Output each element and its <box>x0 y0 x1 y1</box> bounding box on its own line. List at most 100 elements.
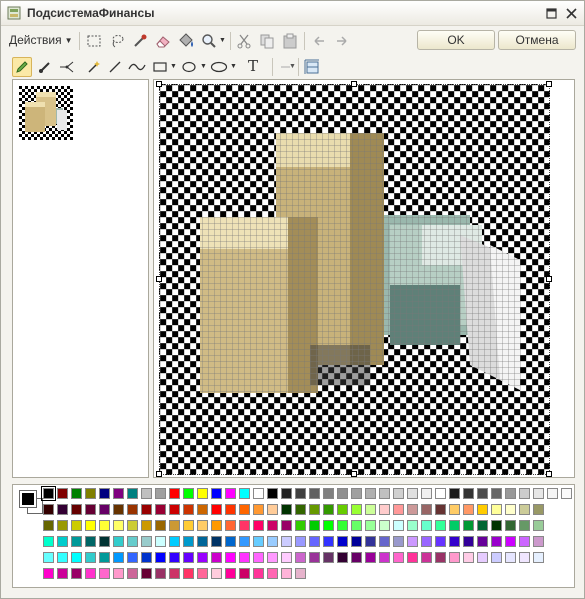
color-swatch[interactable] <box>505 552 516 563</box>
resize-handle-bottom-right[interactable] <box>546 471 552 477</box>
color-swatch[interactable] <box>41 486 56 501</box>
resize-handle-right[interactable] <box>546 276 552 282</box>
color-swatch[interactable] <box>141 520 152 531</box>
ok-button[interactable]: OK <box>417 30 495 50</box>
color-swatch[interactable] <box>393 504 404 515</box>
color-swatch[interactable] <box>211 568 222 579</box>
color-swatch[interactable] <box>57 568 68 579</box>
color-swatch[interactable] <box>449 536 460 547</box>
color-swatch[interactable] <box>113 504 124 515</box>
color-swatch[interactable] <box>127 552 138 563</box>
color-swatch[interactable] <box>491 488 502 499</box>
color-swatch[interactable] <box>183 520 194 531</box>
color-swatch[interactable] <box>533 552 544 563</box>
color-swatch[interactable] <box>463 488 474 499</box>
color-swatch[interactable] <box>309 520 320 531</box>
color-swatch[interactable] <box>547 488 558 499</box>
copy-icon[interactable] <box>257 31 277 51</box>
color-swatch[interactable] <box>365 552 376 563</box>
color-swatch[interactable] <box>519 504 530 515</box>
color-swatch[interactable] <box>351 488 362 499</box>
color-swatch[interactable] <box>295 488 306 499</box>
color-swatch[interactable] <box>239 488 250 499</box>
color-swatch[interactable] <box>197 552 208 563</box>
maximize-icon[interactable] <box>544 6 558 20</box>
rectangle-dropdown-icon[interactable]: ▼ <box>170 63 177 70</box>
color-swatch[interactable] <box>253 552 264 563</box>
color-swatch[interactable] <box>435 520 446 531</box>
color-swatch[interactable] <box>281 488 292 499</box>
color-swatch[interactable] <box>169 520 180 531</box>
line-width-dropdown-icon[interactable]: ▼ <box>289 63 296 70</box>
color-swatch[interactable] <box>43 552 54 563</box>
color-swatch[interactable] <box>379 504 390 515</box>
color-swatch[interactable] <box>239 520 250 531</box>
color-swatch[interactable] <box>379 488 390 499</box>
color-swatch[interactable] <box>477 536 488 547</box>
color-swatch[interactable] <box>155 568 166 579</box>
color-swatch[interactable] <box>337 504 348 515</box>
color-swatch[interactable] <box>211 520 222 531</box>
color-swatch[interactable] <box>183 552 194 563</box>
color-swatch[interactable] <box>505 488 516 499</box>
color-swatch[interactable] <box>211 536 222 547</box>
color-swatch[interactable] <box>253 536 264 547</box>
curve-icon[interactable] <box>127 57 147 77</box>
color-swatch[interactable] <box>155 504 166 515</box>
color-swatch[interactable] <box>323 536 334 547</box>
color-swatch[interactable] <box>141 552 152 563</box>
color-swatch[interactable] <box>533 488 544 499</box>
color-swatch[interactable] <box>519 488 530 499</box>
lasso-icon[interactable] <box>107 31 127 51</box>
paste-icon[interactable] <box>280 31 300 51</box>
color-swatch[interactable] <box>113 552 124 563</box>
color-swatch[interactable] <box>85 552 96 563</box>
fill-icon[interactable] <box>176 31 196 51</box>
color-swatch[interactable] <box>225 536 236 547</box>
resize-handle-top-right[interactable] <box>546 81 552 87</box>
color-swatch[interactable] <box>421 536 432 547</box>
pixel-canvas[interactable] <box>159 84 550 475</box>
foreground-color-swatch[interactable] <box>19 490 37 508</box>
color-swatch[interactable] <box>393 536 404 547</box>
color-swatch[interactable] <box>113 488 124 499</box>
color-swatch[interactable] <box>211 504 222 515</box>
color-swatch[interactable] <box>435 552 446 563</box>
color-swatch[interactable] <box>71 520 82 531</box>
color-swatch[interactable] <box>421 552 432 563</box>
current-colors[interactable] <box>18 489 46 517</box>
color-swatch[interactable] <box>43 504 54 515</box>
color-swatch[interactable] <box>379 536 390 547</box>
color-swatch[interactable] <box>71 552 82 563</box>
color-swatch[interactable] <box>379 552 390 563</box>
line-icon[interactable] <box>105 57 125 77</box>
color-swatch[interactable] <box>85 504 96 515</box>
color-swatch[interactable] <box>197 488 208 499</box>
color-swatch[interactable] <box>99 488 110 499</box>
color-swatch[interactable] <box>421 488 432 499</box>
color-swatch[interactable] <box>449 552 460 563</box>
resize-handle-bottom-left[interactable] <box>156 471 162 477</box>
color-swatch[interactable] <box>281 568 292 579</box>
color-swatch[interactable] <box>141 488 152 499</box>
color-swatch[interactable] <box>421 520 432 531</box>
color-swatch[interactable] <box>351 520 362 531</box>
color-swatch[interactable] <box>435 536 446 547</box>
color-swatch[interactable] <box>267 536 278 547</box>
color-swatch[interactable] <box>239 504 250 515</box>
text-icon[interactable]: T <box>243 56 263 76</box>
color-swatch[interactable] <box>155 520 166 531</box>
color-swatch[interactable] <box>183 504 194 515</box>
color-swatch[interactable] <box>225 552 236 563</box>
color-swatch[interactable] <box>43 568 54 579</box>
color-swatch[interactable] <box>393 520 404 531</box>
color-swatch[interactable] <box>225 568 236 579</box>
color-swatch[interactable] <box>463 520 474 531</box>
color-swatch[interactable] <box>407 536 418 547</box>
color-swatch[interactable] <box>113 536 124 547</box>
color-swatch[interactable] <box>225 504 236 515</box>
color-swatch[interactable] <box>253 504 264 515</box>
color-swatch[interactable] <box>491 520 502 531</box>
color-swatch[interactable] <box>463 504 474 515</box>
color-swatch[interactable] <box>323 488 334 499</box>
